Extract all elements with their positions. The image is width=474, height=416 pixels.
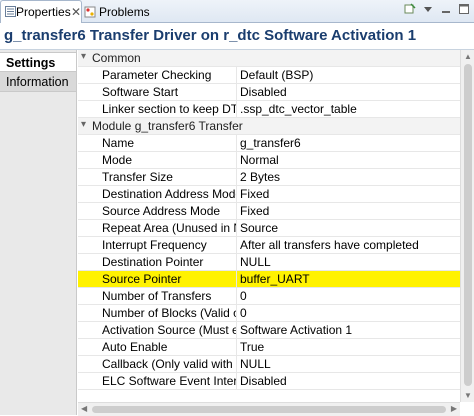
property-value[interactable]: Fixed: [240, 204, 458, 219]
table-row[interactable]: Destination Pointer NULL: [78, 254, 460, 271]
table-row[interactable]: Destination Address Mode Fixed: [78, 186, 460, 203]
horizontal-scrollbar[interactable]: ◀ ▶: [78, 402, 460, 416]
category-common[interactable]: ▾ Common: [78, 50, 460, 67]
property-key: Interrupt Frequency: [102, 238, 207, 252]
page-title: g_transfer6 Transfer Driver on r_dtc Sof…: [4, 27, 417, 44]
view-menu-icon[interactable]: [422, 3, 434, 15]
category-module[interactable]: ▾ Module g_transfer6 Transfer: [78, 118, 460, 135]
property-key: Callback (Only valid with Software: [102, 357, 236, 371]
property-value[interactable]: NULL: [240, 357, 458, 372]
property-value[interactable]: Default (BSP): [240, 68, 458, 83]
property-value[interactable]: Disabled: [240, 374, 458, 389]
table-row[interactable]: Parameter Checking Default (BSP): [78, 67, 460, 84]
tab-problems-label: Problems: [99, 4, 150, 19]
property-key: Activation Source (Must enable: [102, 323, 236, 337]
property-key: Source Pointer: [102, 272, 182, 286]
property-key: Mode: [102, 153, 133, 167]
view-tab-bar: Properties ✕ Problems: [0, 0, 474, 23]
property-key: Transfer Size: [102, 170, 173, 184]
property-value[interactable]: Disabled: [240, 85, 458, 100]
property-value[interactable]: Normal: [240, 153, 458, 168]
table-row[interactable]: Number of Blocks (Valid only 0: [78, 305, 460, 322]
property-key: Repeat Area (Unused in Normal: [102, 221, 236, 235]
tab-properties[interactable]: Properties ✕: [0, 0, 82, 23]
property-value[interactable]: True: [240, 340, 458, 355]
property-value[interactable]: Fixed: [240, 187, 458, 202]
property-key: Software Start: [102, 85, 179, 99]
scroll-right-icon[interactable]: ▶: [451, 404, 457, 413]
table-row-highlighted[interactable]: Source Pointer buffer_UART: [78, 271, 460, 288]
category-label: Module g_transfer6 Transfer: [92, 119, 243, 133]
property-value[interactable]: 2 Bytes: [240, 170, 458, 185]
property-value[interactable]: Source: [240, 221, 458, 236]
table-row[interactable]: Repeat Area (Unused in Normal Source: [78, 220, 460, 237]
section-tabs: Settings Information: [0, 50, 77, 415]
property-key: Source Address Mode: [102, 204, 221, 218]
tab-properties-label: Properties: [16, 5, 71, 19]
property-key: Linker section to keep DTC: [102, 102, 236, 116]
minimize-icon[interactable]: [440, 3, 452, 15]
property-key: Name: [102, 136, 135, 150]
property-value[interactable]: 0: [240, 289, 458, 304]
table-row[interactable]: Transfer Size 2 Bytes: [78, 169, 460, 186]
tab-information[interactable]: Information: [0, 72, 76, 92]
pin-icon[interactable]: [404, 3, 416, 15]
table-row[interactable]: Name g_transfer6: [78, 135, 460, 152]
table-row[interactable]: Auto Enable True: [78, 339, 460, 356]
collapse-icon[interactable]: ▾: [81, 51, 86, 62]
table-row[interactable]: ELC Software Event Interrupt Disabled: [78, 373, 460, 390]
tab-settings[interactable]: Settings: [0, 52, 76, 72]
properties-title-bar: g_transfer6 Transfer Driver on r_dtc Sof…: [0, 23, 474, 50]
table-row[interactable]: Callback (Only valid with Software NULL: [78, 356, 460, 373]
property-value[interactable]: g_transfer6: [240, 136, 458, 151]
vertical-scrollbar[interactable]: ▲ ▼: [460, 50, 474, 402]
table-row[interactable]: Activation Source (Must enable Software …: [78, 322, 460, 339]
scrollbar-thumb[interactable]: [464, 64, 472, 386]
property-value[interactable]: .ssp_dtc_vector_table: [240, 102, 458, 117]
collapse-icon[interactable]: ▾: [81, 119, 86, 130]
maximize-icon[interactable]: [458, 3, 470, 15]
property-key: Destination Address Mode: [102, 187, 236, 201]
problems-icon: [84, 6, 96, 18]
property-value[interactable]: NULL: [240, 255, 458, 270]
property-key: Number of Blocks (Valid only: [102, 306, 236, 320]
property-table: ▾ Common Parameter Checking Default (BSP…: [78, 50, 460, 402]
property-value[interactable]: 0: [240, 306, 458, 321]
table-row[interactable]: Linker section to keep DTC .ssp_dtc_vect…: [78, 101, 460, 118]
table-row[interactable]: Software Start Disabled: [78, 84, 460, 101]
view-toolbar: [404, 3, 470, 15]
scroll-down-icon[interactable]: ▼: [464, 391, 472, 400]
property-key: Auto Enable: [102, 340, 168, 354]
property-value[interactable]: buffer_UART: [240, 272, 458, 287]
property-key: Number of Transfers: [102, 289, 212, 303]
scroll-up-icon[interactable]: ▲: [464, 52, 472, 61]
property-value[interactable]: Software Activation 1: [240, 323, 458, 338]
table-row[interactable]: Number of Transfers 0: [78, 288, 460, 305]
property-key: ELC Software Event Interrupt: [102, 374, 236, 388]
scrollbar-thumb[interactable]: [92, 406, 446, 413]
tab-problems[interactable]: Problems: [82, 1, 150, 22]
table-row[interactable]: Source Address Mode Fixed: [78, 203, 460, 220]
table-row[interactable]: Interrupt Frequency After all transfers …: [78, 237, 460, 254]
property-key: Parameter Checking: [102, 68, 212, 82]
scroll-left-icon[interactable]: ◀: [81, 404, 87, 413]
table-row[interactable]: Mode Normal: [78, 152, 460, 169]
property-key: Destination Pointer: [102, 255, 204, 269]
category-label: Common: [92, 51, 141, 65]
property-value[interactable]: After all transfers have completed: [240, 238, 458, 253]
close-tab-icon[interactable]: ✕: [71, 5, 81, 19]
